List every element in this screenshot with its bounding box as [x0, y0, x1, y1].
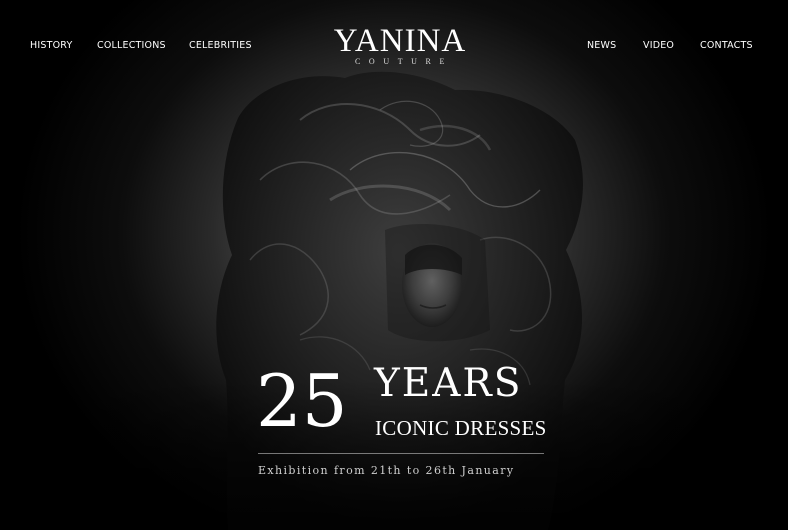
- logo[interactable]: YANINA COUTURE: [300, 24, 500, 66]
- landing-page: HISTORY COLLECTIONS CELEBRITIES YANINA C…: [0, 0, 788, 530]
- hero-headline: YEARS: [374, 361, 523, 406]
- hero-divider: [258, 453, 544, 454]
- exhibition-dates: Exhibition from 21th to 26th January: [258, 464, 515, 477]
- hero-photograph: [0, 71, 788, 530]
- logo-tagline: COUTURE: [355, 57, 453, 66]
- logo-name: YANINA: [333, 23, 467, 59]
- nav-contacts[interactable]: CONTACTS: [700, 40, 753, 51]
- nav-video[interactable]: VIDEO: [643, 40, 674, 51]
- nav-history[interactable]: HISTORY: [30, 40, 72, 51]
- nav-collections[interactable]: COLLECTIONS: [97, 40, 166, 51]
- hero-number: 25: [256, 359, 348, 443]
- nav-news[interactable]: NEWS: [587, 40, 616, 51]
- hero-subheadline: ICONIC DRESSES: [375, 416, 547, 440]
- nav-celebrities[interactable]: CELEBRITIES: [189, 40, 252, 51]
